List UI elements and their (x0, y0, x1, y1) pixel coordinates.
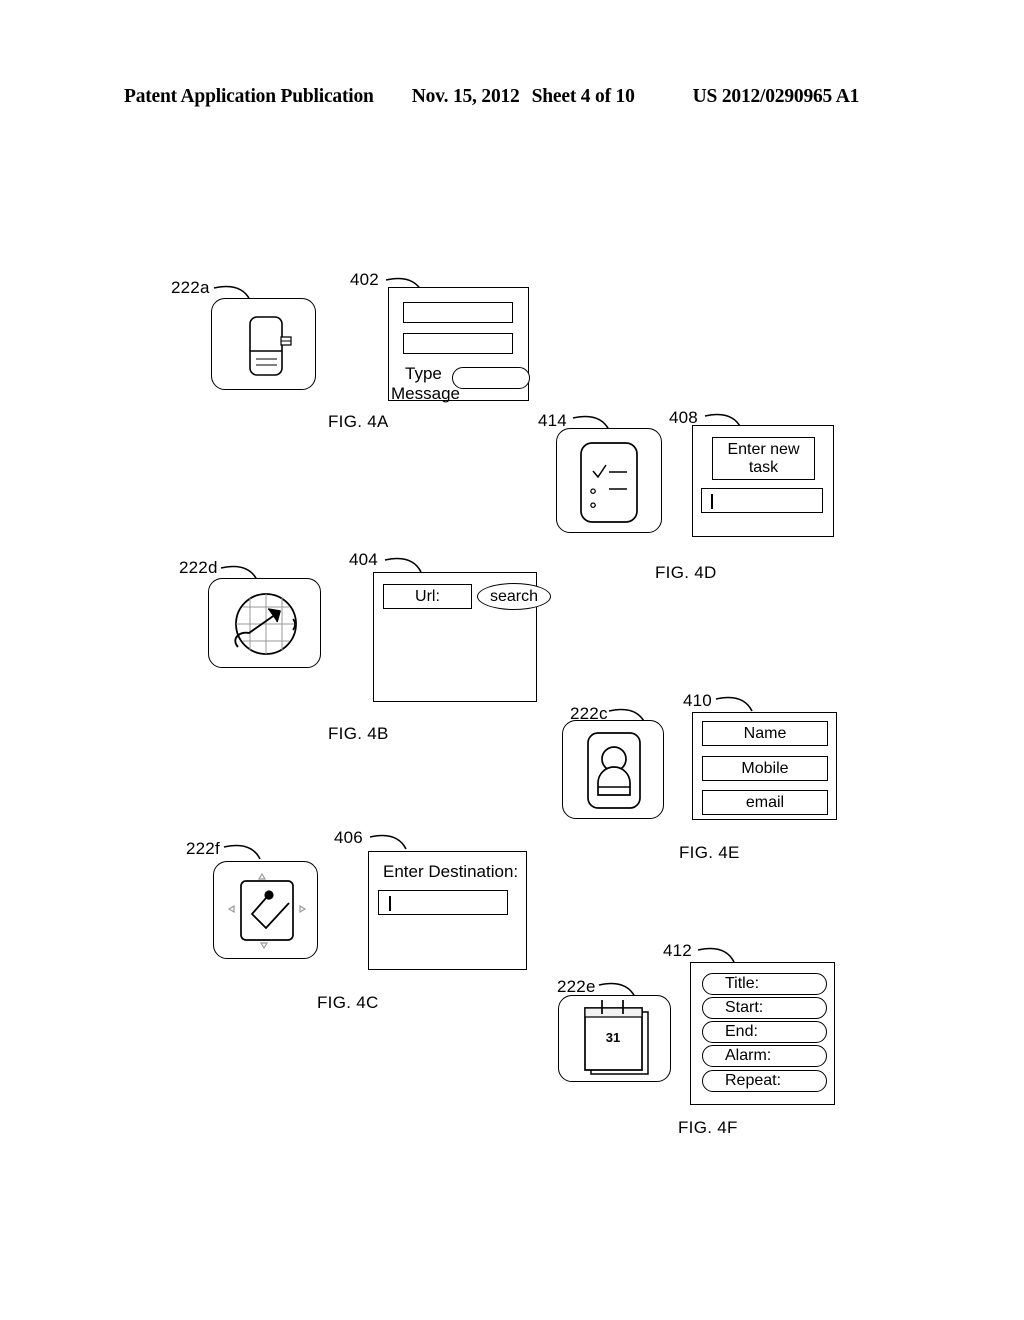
caption-fig-4f: FIG. 4F (678, 1118, 738, 1137)
event-field-alarm[interactable]: Alarm: (702, 1045, 827, 1067)
event-field-repeat-label: Repeat: (725, 1072, 782, 1089)
event-field-end[interactable]: End: (702, 1021, 827, 1043)
event-field-title-label: Title: (725, 975, 760, 992)
event-entry-screen[interactable]: Title: Start: End: Alarm: Repeat: (690, 962, 835, 1105)
event-field-start[interactable]: Start: (702, 997, 827, 1019)
event-field-alarm-label: Alarm: (725, 1047, 772, 1064)
leader-line-412 (697, 947, 735, 963)
event-field-start-label: Start: (725, 999, 764, 1016)
event-field-end-label: End: (725, 1023, 758, 1040)
event-field-repeat[interactable]: Repeat: (702, 1070, 827, 1092)
event-field-title[interactable]: Title: (702, 973, 827, 995)
